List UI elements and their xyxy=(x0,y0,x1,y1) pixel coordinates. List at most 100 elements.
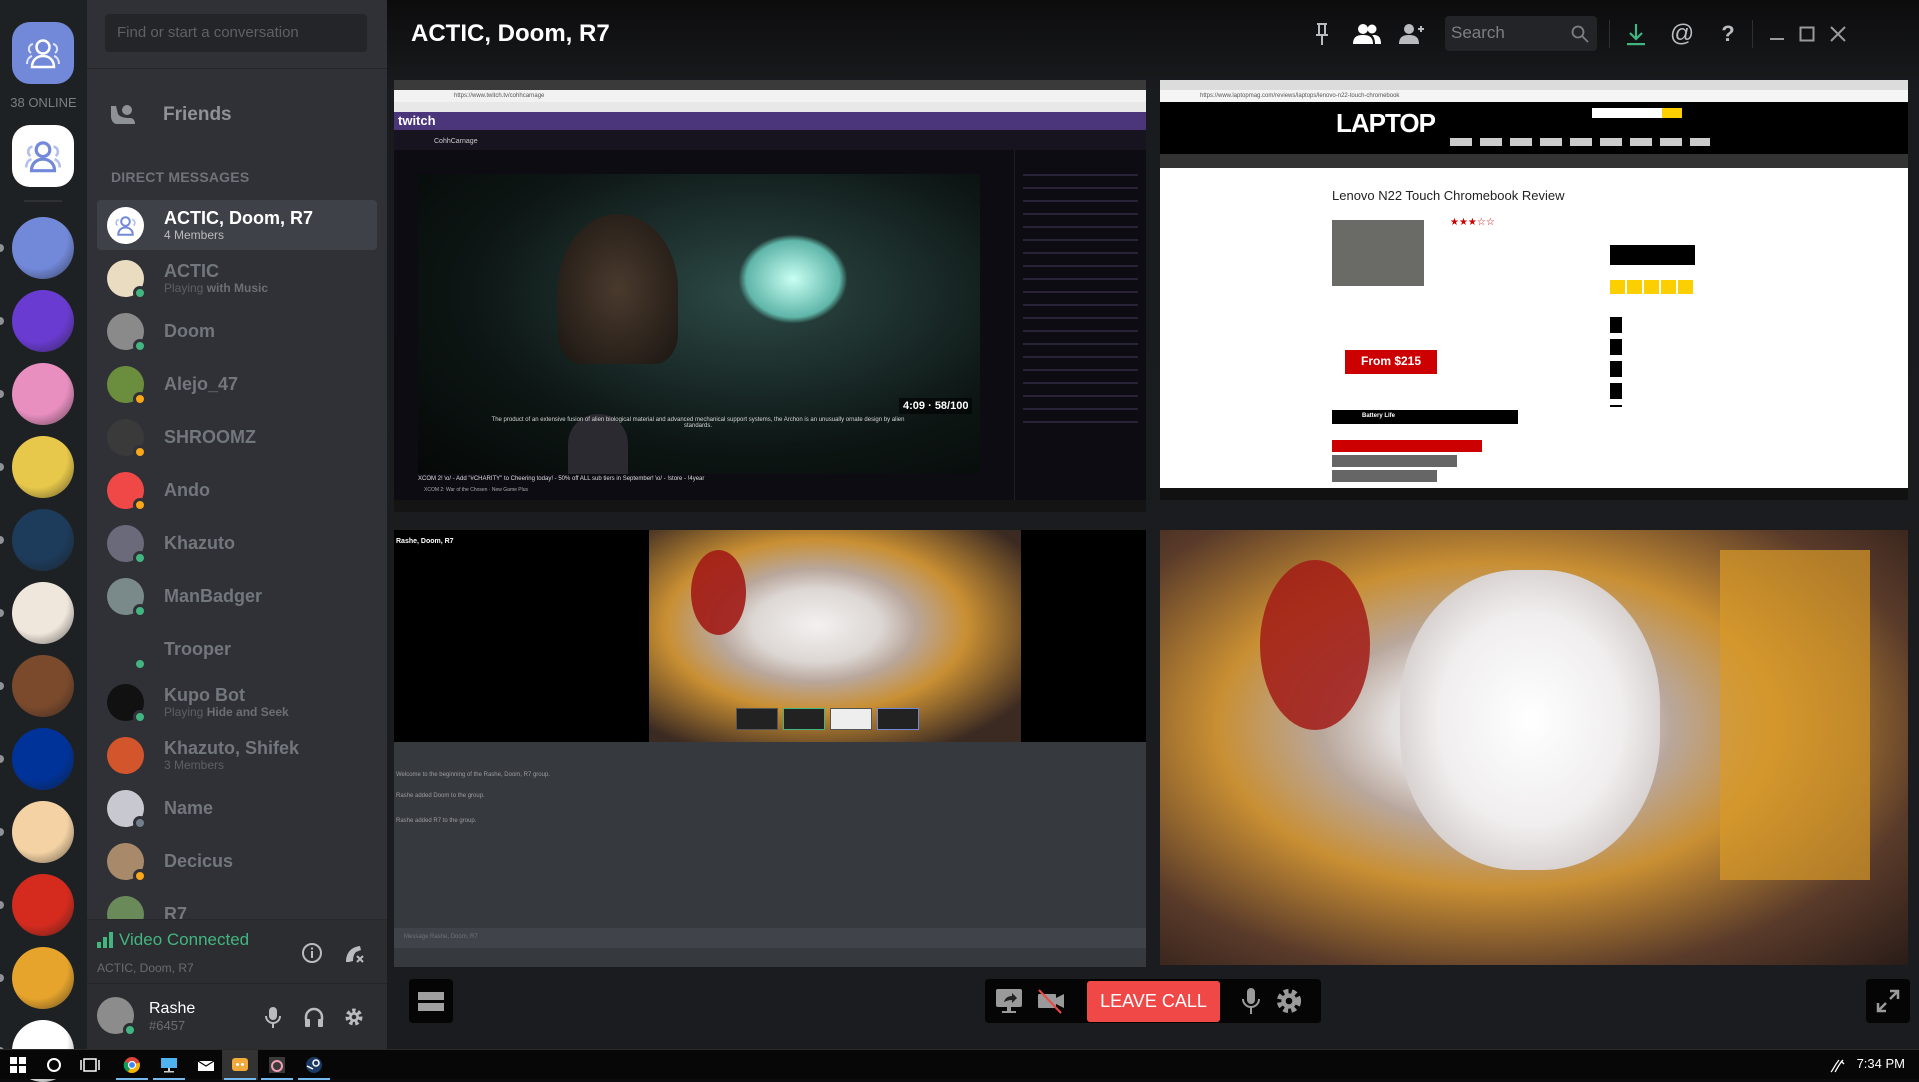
app-ring-icon xyxy=(269,1057,285,1073)
taskbar-app-pink[interactable] xyxy=(259,1050,295,1080)
dm-item[interactable]: ACTIC Playing with Music xyxy=(97,253,377,303)
dm-item[interactable]: Name xyxy=(97,783,377,833)
server-icon[interactable] xyxy=(12,947,74,1009)
online-count: 38 ONLINE xyxy=(10,95,77,110)
taskbar-steam[interactable] xyxy=(296,1050,332,1080)
chrome-icon xyxy=(123,1057,140,1074)
server-icon[interactable] xyxy=(12,436,74,498)
dm-name: ACTIC, Doom, R7 xyxy=(164,208,314,228)
server-icon[interactable] xyxy=(12,509,74,571)
stream-title: XCOM 2! \o/ - Add "#CHARITY" to Cheering… xyxy=(418,476,705,482)
dm-item[interactable]: Doom xyxy=(97,306,377,356)
member-list-button[interactable] xyxy=(1350,16,1384,52)
dm-item[interactable]: Ando xyxy=(97,465,377,515)
toggle-mute-button[interactable] xyxy=(1241,983,1261,1019)
mentions-button[interactable]: @ xyxy=(1667,16,1697,52)
user-avatar[interactable] xyxy=(97,997,137,1037)
home-button[interactable] xyxy=(12,22,74,84)
video-tile-screenshare-discord[interactable]: Rashe, Doom, R7 Welcome to the beginning… xyxy=(394,530,1146,967)
add-user-icon xyxy=(1399,24,1424,44)
dm-item[interactable]: Alejo_47 xyxy=(97,359,377,409)
twitch-navbar: twitch xyxy=(394,112,1146,130)
server-icon[interactable] xyxy=(12,874,74,936)
dm-item[interactable]: Kupo Bot Playing Hide and Seek xyxy=(97,677,377,727)
user-settings-icon[interactable] xyxy=(343,1006,365,1028)
headphones-icon[interactable] xyxy=(303,1006,325,1028)
server-icon[interactable] xyxy=(12,363,74,425)
server-unread-indicator xyxy=(0,317,4,325)
fullscreen-icon xyxy=(1876,989,1900,1013)
minimize-icon xyxy=(1770,38,1784,40)
screen-share-button[interactable] xyxy=(995,983,1023,1019)
dm-avatar xyxy=(107,630,147,671)
minimize-button[interactable] xyxy=(1762,16,1792,52)
leave-call-button[interactable]: LEAVE CALL xyxy=(1087,981,1220,1022)
video-tile-screenshare-twitch[interactable]: https://www.twitch.tv/cohhcarnage twitch… xyxy=(394,80,1146,512)
dm-item[interactable]: ACTIC, Doom, R7 4 Members xyxy=(97,200,377,250)
server-unread-indicator xyxy=(0,828,4,836)
dm-avatar xyxy=(107,206,144,244)
friends-link[interactable]: Friends xyxy=(109,104,232,126)
taskbar-discord[interactable] xyxy=(222,1050,258,1080)
server-icon[interactable] xyxy=(12,655,74,717)
taskbar-desktop[interactable] xyxy=(151,1050,187,1080)
help-button[interactable]: ? xyxy=(1713,16,1743,52)
video-tile-screenshare-laptopmag[interactable]: https://www.laptopmag.com/reviews/laptop… xyxy=(1160,80,1908,500)
toggle-camera-button[interactable] xyxy=(1037,983,1065,1019)
video-tile-webcam[interactable] xyxy=(1160,530,1908,965)
pen-workspace-icon[interactable] xyxy=(1829,1057,1847,1078)
message-search-input[interactable]: Search xyxy=(1445,16,1597,51)
chat-line-3: Rashe added R7 to the group. xyxy=(396,818,477,824)
microphone-icon[interactable] xyxy=(263,1006,283,1028)
active-dm-group-button[interactable] xyxy=(12,125,74,187)
voice-channel-name: ACTIC, Doom, R7 xyxy=(97,961,194,975)
cortana-button[interactable] xyxy=(36,1050,72,1080)
chat-line-1: Welcome to the beginning of the Rashe, D… xyxy=(396,772,550,778)
stream-overlay-timer: 4:09 · 58/100 xyxy=(899,398,973,414)
maximize-button[interactable] xyxy=(1792,16,1822,52)
status-dot-online xyxy=(133,709,147,724)
close-window-button[interactable] xyxy=(1823,16,1853,52)
dm-item[interactable]: ManBadger xyxy=(97,571,377,621)
connection-info-icon[interactable] xyxy=(301,942,323,964)
find-conversation-input[interactable]: Find or start a conversation xyxy=(105,14,367,52)
server-icon[interactable] xyxy=(12,582,74,644)
taskbar-chrome[interactable] xyxy=(114,1050,150,1080)
fullscreen-button[interactable] xyxy=(1866,979,1910,1023)
search-icon xyxy=(1571,25,1589,43)
friends-icon xyxy=(111,105,135,124)
dm-name: Name xyxy=(164,798,214,818)
task-view-button[interactable] xyxy=(72,1050,108,1080)
thumbnail-1 xyxy=(736,708,778,730)
add-friend-button[interactable] xyxy=(1396,16,1428,52)
taskbar-mail[interactable] xyxy=(188,1050,224,1080)
disconnect-icon[interactable] xyxy=(343,942,365,964)
layout-toggle-button[interactable] xyxy=(409,979,453,1023)
dm-name: Kupo Bot xyxy=(164,685,245,705)
layout-icon-top xyxy=(418,991,444,1000)
twitch-chat xyxy=(1014,150,1146,512)
server-icon[interactable] xyxy=(12,728,74,790)
server-icon[interactable] xyxy=(12,801,74,863)
call-settings-button[interactable] xyxy=(1275,983,1303,1019)
download-apps-button[interactable] xyxy=(1621,16,1651,52)
start-button[interactable] xyxy=(0,1050,36,1080)
dm-item[interactable]: Trooper xyxy=(97,624,377,674)
server-icon[interactable] xyxy=(12,217,74,279)
game-subtitle: The product of an extensive fusion of al… xyxy=(491,417,905,429)
shared-chat-area: Welcome to the beginning of the Rashe, D… xyxy=(394,742,1146,967)
price-button: From $215 xyxy=(1345,350,1437,374)
dm-item[interactable]: SHROOMZ xyxy=(97,412,377,462)
rail-divider xyxy=(24,200,62,202)
server-icon[interactable] xyxy=(12,290,74,352)
dm-name: SHROOMZ xyxy=(164,427,256,447)
dm-item[interactable]: Decicus xyxy=(97,836,377,886)
pinned-messages-button[interactable] xyxy=(1307,16,1337,52)
server-unread-indicator xyxy=(0,682,4,690)
dm-subtext: 4 Members xyxy=(164,228,225,242)
dm-item[interactable]: Khazuto xyxy=(97,518,377,568)
server-unread-indicator xyxy=(0,463,4,471)
browser-url-bar: https://www.twitch.tv/cohhcarnage xyxy=(394,90,1146,102)
dm-item[interactable]: Khazuto, Shifek 3 Members xyxy=(97,730,377,780)
dm-name: Trooper xyxy=(164,639,232,659)
